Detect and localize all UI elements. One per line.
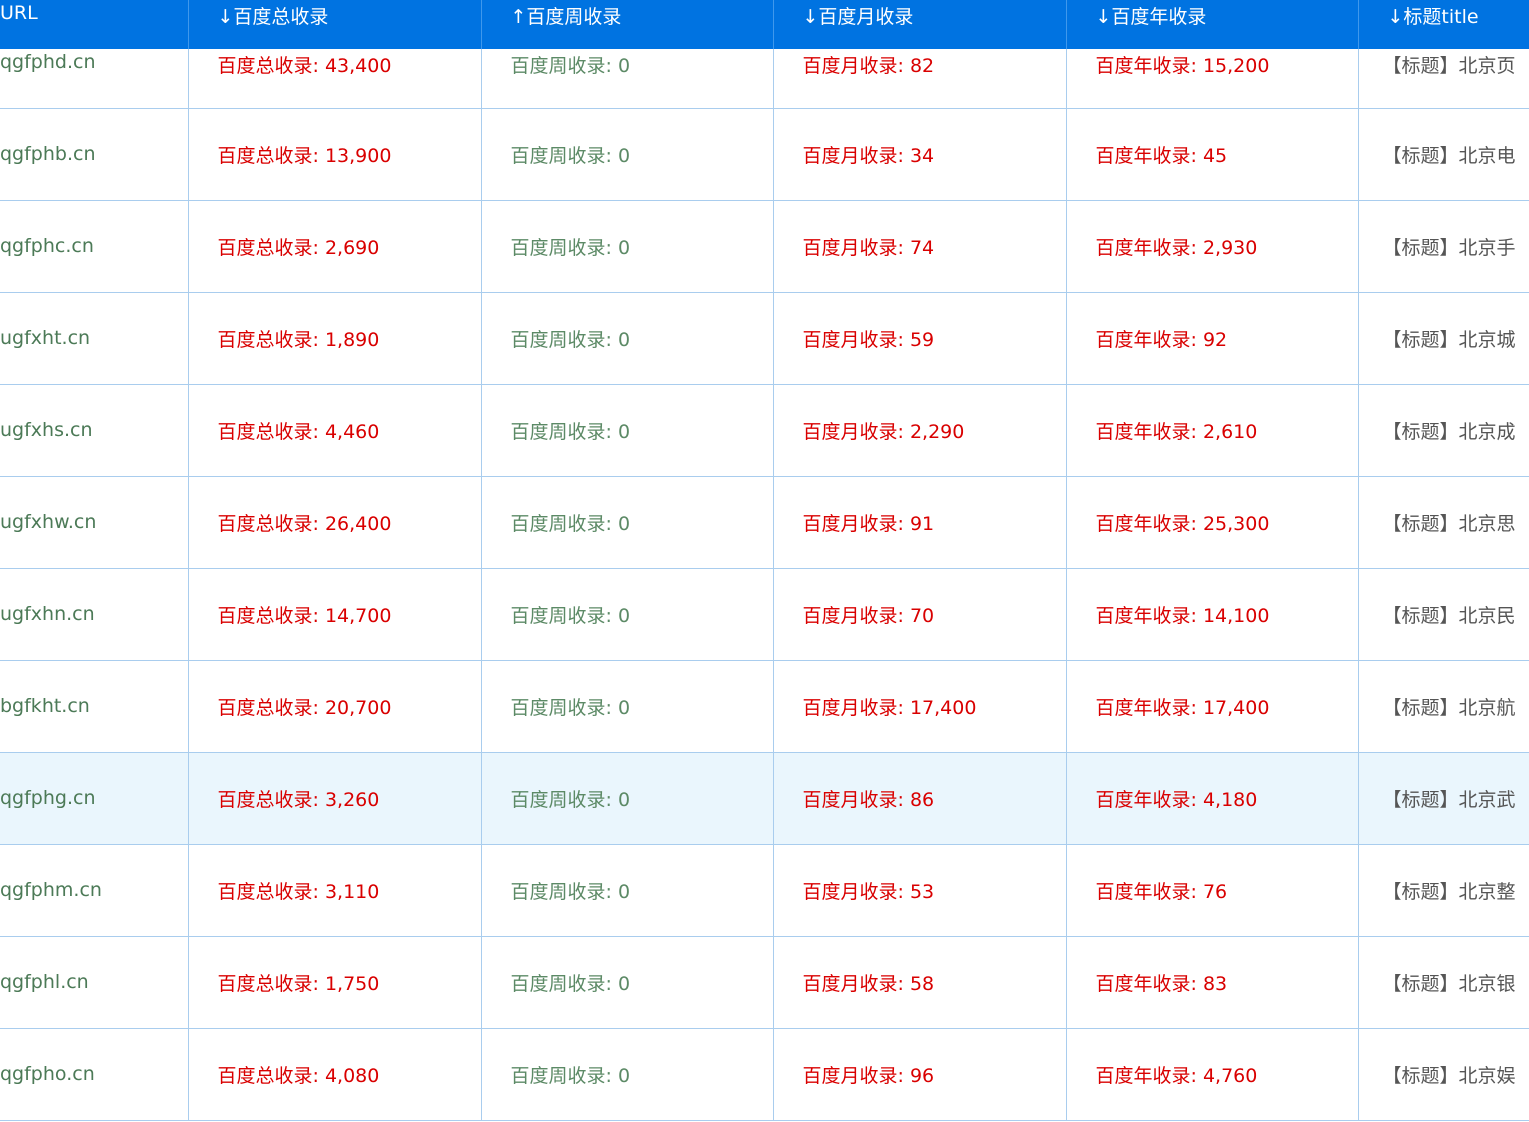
baidu-total-cell: 百度总收录: 2,690: [187, 200, 481, 293]
baidu-month-cell: 百度月收录: 34: [772, 108, 1066, 201]
column-header-url[interactable]: URL: [0, 0, 188, 49]
baidu-year-cell: 百度年收录: 17,400: [1065, 660, 1358, 753]
baidu-month-cell: 百度月收录: 58: [772, 936, 1066, 1029]
table-row[interactable]: qgfpho.cn 百度总收录: 4,080 百度周收录: 0 百度月收录: 96 百度…: [0, 1028, 1529, 1121]
title-cell: 【标题】北京银: [1357, 936, 1529, 1029]
baidu-year-cell: 百度年收录: 14,100: [1065, 568, 1358, 661]
baidu-year-cell: 百度年收录: 2,610: [1065, 384, 1358, 477]
url-cell[interactable]: qgfphl.cn: [0, 936, 188, 1029]
header-row: URL ↓百度总收录 ↑百度周收录 ↓百度月收录 ↓百度年收录 ↓标题title: [0, 0, 1529, 49]
url-cell[interactable]: qgfphb.cn: [0, 108, 188, 201]
url-cell[interactable]: ugfxhs.cn: [0, 384, 188, 477]
table-body: qgfphd.cn 百度总收录: 43,400 百度周收录: 0 百度月收录: 82 百…: [0, 49, 1529, 1121]
baidu-month-cell: 百度月收录: 96: [772, 1028, 1066, 1121]
table-row[interactable]: qgfphc.cn 百度总收录: 2,690 百度周收录: 0 百度月收录: 74 百度…: [0, 200, 1529, 293]
column-header-title[interactable]: ↓标题title: [1357, 0, 1529, 49]
title-cell: 【标题】北京武: [1357, 752, 1529, 845]
title-cell: 【标题】北京思: [1357, 476, 1529, 569]
baidu-week-cell: 百度周收录: 0: [480, 660, 773, 753]
baidu-week-cell: 百度周收录: 0: [480, 752, 773, 845]
baidu-week-cell: 百度周收录: 0: [480, 1028, 773, 1121]
baidu-week-cell: 百度周收录: 0: [480, 568, 773, 661]
baidu-year-cell: 百度年收录: 4,760: [1065, 1028, 1358, 1121]
table-row[interactable]: qgfphb.cn 百度总收录: 13,900 百度周收录: 0 百度月收录: 34 百…: [0, 108, 1529, 201]
baidu-month-cell: 百度月收录: 53: [772, 844, 1066, 937]
column-header-baidu-month[interactable]: ↓百度月收录: [772, 0, 1066, 49]
title-cell: 【标题】北京民: [1357, 568, 1529, 661]
baidu-year-cell: 百度年收录: 45: [1065, 108, 1358, 201]
baidu-total-cell: 百度总收录: 26,400: [187, 476, 481, 569]
baidu-year-cell: 百度年收录: 4,180: [1065, 752, 1358, 845]
title-cell: 【标题】北京娱: [1357, 1028, 1529, 1121]
baidu-month-cell: 百度月收录: 17,400: [772, 660, 1066, 753]
baidu-year-cell: 百度年收录: 25,300: [1065, 476, 1358, 569]
title-cell: 【标题】北京手: [1357, 200, 1529, 293]
baidu-year-cell: 百度年收录: 2,930: [1065, 200, 1358, 293]
title-cell: 【标题】北京页: [1357, 49, 1529, 109]
column-header-baidu-total[interactable]: ↓百度总收录: [187, 0, 481, 49]
baidu-total-cell: 百度总收录: 1,750: [187, 936, 481, 1029]
url-cell[interactable]: ugfxht.cn: [0, 292, 188, 385]
table-row[interactable]: qgfphm.cn 百度总收录: 3,110 百度周收录: 0 百度月收录: 53 百度…: [0, 844, 1529, 937]
baidu-month-cell: 百度月收录: 82: [772, 49, 1066, 109]
baidu-week-cell: 百度周收录: 0: [480, 292, 773, 385]
url-cell[interactable]: qgfphd.cn: [0, 49, 188, 109]
baidu-month-cell: 百度月收录: 74: [772, 200, 1066, 293]
baidu-month-cell: 百度月收录: 86: [772, 752, 1066, 845]
baidu-total-cell: 百度总收录: 13,900: [187, 108, 481, 201]
baidu-total-cell: 百度总收录: 3,260: [187, 752, 481, 845]
title-cell: 【标题】北京整: [1357, 844, 1529, 937]
table-row[interactable]: ugfxht.cn 百度总收录: 1,890 百度周收录: 0 百度月收录: 59 百度…: [0, 292, 1529, 385]
baidu-week-cell: 百度周收录: 0: [480, 936, 773, 1029]
baidu-index-table: URL ↓百度总收录 ↑百度周收录 ↓百度月收录 ↓百度年收录 ↓标题title…: [0, 0, 1529, 1121]
baidu-month-cell: 百度月收录: 2,290: [772, 384, 1066, 477]
baidu-month-cell: 百度月收录: 70: [772, 568, 1066, 661]
baidu-total-cell: 百度总收录: 3,110: [187, 844, 481, 937]
url-cell[interactable]: qgfphg.cn: [0, 752, 188, 845]
baidu-total-cell: 百度总收录: 20,700: [187, 660, 481, 753]
baidu-year-cell: 百度年收录: 83: [1065, 936, 1358, 1029]
table-row[interactable]: qgfphl.cn 百度总收录: 1,750 百度周收录: 0 百度月收录: 58 百度…: [0, 936, 1529, 1029]
column-header-baidu-week[interactable]: ↑百度周收录: [480, 0, 773, 49]
baidu-total-cell: 百度总收录: 43,400: [187, 49, 481, 109]
baidu-total-cell: 百度总收录: 4,080: [187, 1028, 481, 1121]
url-cell[interactable]: bgfkht.cn: [0, 660, 188, 753]
baidu-year-cell: 百度年收录: 76: [1065, 844, 1358, 937]
url-cell[interactable]: qgfpho.cn: [0, 1028, 188, 1121]
table-header: URL ↓百度总收录 ↑百度周收录 ↓百度月收录 ↓百度年收录 ↓标题title: [0, 0, 1529, 49]
baidu-total-cell: 百度总收录: 1,890: [187, 292, 481, 385]
baidu-total-cell: 百度总收录: 14,700: [187, 568, 481, 661]
results-viewport: URL ↓百度总收录 ↑百度周收录 ↓百度月收录 ↓百度年收录 ↓标题title…: [0, 0, 1529, 1122]
title-cell: 【标题】北京成: [1357, 384, 1529, 477]
table-row[interactable]: ugfxhs.cn 百度总收录: 4,460 百度周收录: 0 百度月收录: 2,29…: [0, 384, 1529, 477]
baidu-year-cell: 百度年收录: 92: [1065, 292, 1358, 385]
table-row[interactable]: bgfkht.cn 百度总收录: 20,700 百度周收录: 0 百度月收录: 17,…: [0, 660, 1529, 753]
baidu-week-cell: 百度周收录: 0: [480, 844, 773, 937]
url-cell[interactable]: ugfxhw.cn: [0, 476, 188, 569]
title-cell: 【标题】北京电: [1357, 108, 1529, 201]
baidu-week-cell: 百度周收录: 0: [480, 200, 773, 293]
baidu-month-cell: 百度月收录: 91: [772, 476, 1066, 569]
table-row[interactable]: ugfxhw.cn 百度总收录: 26,400 百度周收录: 0 百度月收录: 91 百…: [0, 476, 1529, 569]
url-cell[interactable]: qgfphm.cn: [0, 844, 188, 937]
baidu-total-cell: 百度总收录: 4,460: [187, 384, 481, 477]
baidu-year-cell: 百度年收录: 15,200: [1065, 49, 1358, 109]
title-cell: 【标题】北京城: [1357, 292, 1529, 385]
table-row[interactable]: qgfphd.cn 百度总收录: 43,400 百度周收录: 0 百度月收录: 82 百…: [0, 49, 1529, 109]
column-header-baidu-year[interactable]: ↓百度年收录: [1065, 0, 1358, 49]
baidu-week-cell: 百度周收录: 0: [480, 49, 773, 109]
baidu-month-cell: 百度月收录: 59: [772, 292, 1066, 385]
baidu-week-cell: 百度周收录: 0: [480, 384, 773, 477]
baidu-week-cell: 百度周收录: 0: [480, 108, 773, 201]
table-row[interactable]: ugfxhn.cn 百度总收录: 14,700 百度周收录: 0 百度月收录: 70 百…: [0, 568, 1529, 661]
title-cell: 【标题】北京航: [1357, 660, 1529, 753]
table-row[interactable]: qgfphg.cn 百度总收录: 3,260 百度周收录: 0 百度月收录: 86 百度…: [0, 752, 1529, 845]
url-cell[interactable]: qgfphc.cn: [0, 200, 188, 293]
baidu-week-cell: 百度周收录: 0: [480, 476, 773, 569]
url-cell[interactable]: ugfxhn.cn: [0, 568, 188, 661]
